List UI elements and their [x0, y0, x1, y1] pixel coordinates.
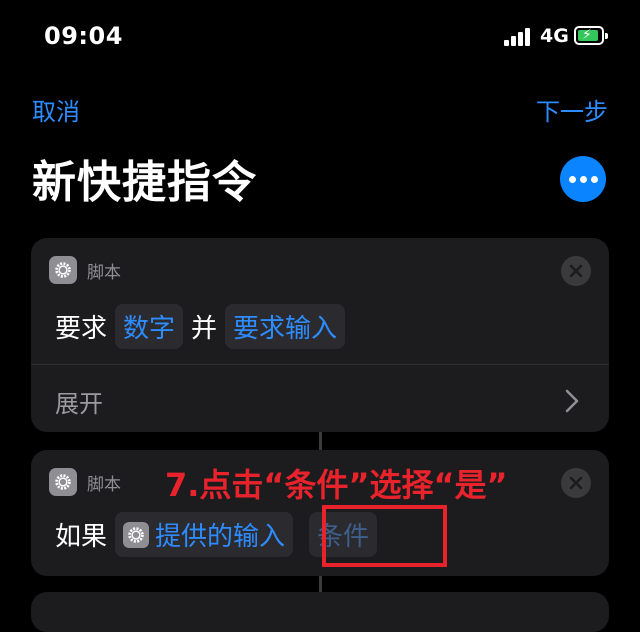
- token-ask-input[interactable]: 要求输入: [225, 304, 346, 349]
- divider: [31, 364, 609, 365]
- cancel-button[interactable]: 取消: [32, 92, 80, 127]
- action-card-ask-input: 脚本 要求 数字 并 要求输入 展开: [31, 238, 609, 432]
- annotation-text: 7.点击“条件”选择“是”: [165, 466, 508, 504]
- token-provided-input[interactable]: 提供的输入: [115, 512, 294, 557]
- action-header: 脚本: [49, 468, 121, 496]
- more-icon[interactable]: [560, 156, 606, 202]
- action-card-next: [31, 592, 609, 632]
- expand-button[interactable]: 展开: [55, 384, 103, 419]
- action-content: 要求 数字 并 要求输入: [55, 304, 346, 349]
- status-bar: 09:04 4G ⚡: [0, 0, 640, 76]
- close-icon[interactable]: [561, 256, 591, 286]
- highlight-box: [322, 505, 447, 567]
- action-text: 如果: [55, 522, 108, 552]
- action-header: 脚本: [49, 256, 121, 284]
- status-time: 09:04: [44, 22, 123, 50]
- page-title: 新快捷指令: [32, 157, 257, 208]
- gear-icon: [49, 468, 77, 496]
- action-type-label: 脚本: [87, 262, 121, 283]
- network-type: 4G: [540, 25, 569, 47]
- flow-connector: [319, 432, 322, 450]
- action-type-label: 脚本: [87, 474, 121, 495]
- next-button[interactable]: 下一步: [536, 92, 608, 127]
- flow-connector: [319, 576, 322, 592]
- close-icon[interactable]: [561, 468, 591, 498]
- battery-icon: ⚡: [574, 26, 608, 45]
- token-number[interactable]: 数字: [115, 304, 184, 349]
- action-text: 并: [191, 314, 218, 344]
- token-label: 提供的输入: [155, 522, 286, 552]
- gear-icon: [49, 256, 77, 284]
- action-text: 要求: [55, 314, 108, 344]
- chevron-right-icon[interactable]: [561, 388, 583, 414]
- signal-icon: [504, 28, 534, 46]
- gear-icon: [123, 521, 150, 548]
